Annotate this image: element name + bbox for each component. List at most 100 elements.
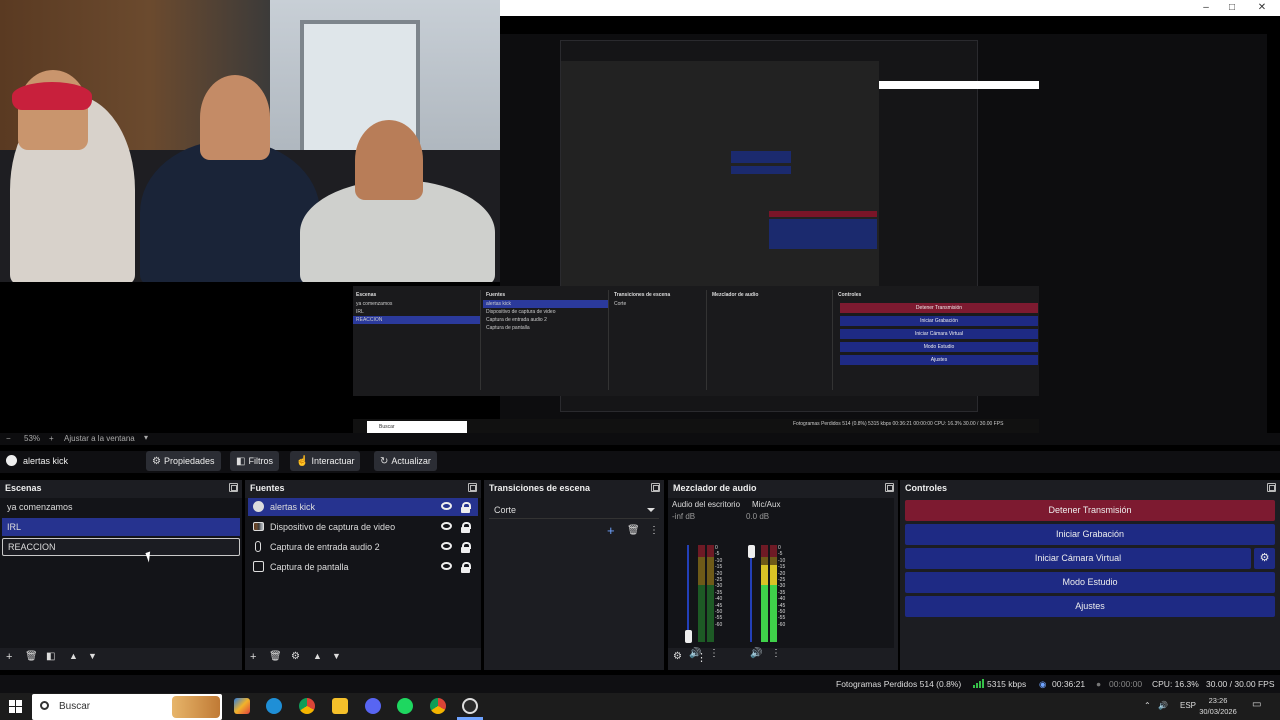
- visibility-eye-icon[interactable]: [441, 562, 452, 570]
- move-down-button[interactable]: ▼: [332, 651, 341, 661]
- level-meter: [698, 545, 705, 642]
- properties-button[interactable]: ⚙ Propiedades: [146, 451, 221, 471]
- visibility-eye-icon[interactable]: [441, 522, 452, 530]
- visibility-eye-icon[interactable]: [441, 502, 452, 510]
- obs-studio-icon[interactable]: [462, 698, 478, 714]
- stop-streaming-button[interactable]: Detener Transmisión: [905, 500, 1275, 521]
- refresh-button[interactable]: ↻ Actualizar: [374, 451, 437, 471]
- discord-icon[interactable]: [365, 698, 381, 714]
- program-preview[interactable]: – □ ✕ Escenas ya comenzamos IRL REACCION: [0, 0, 1280, 433]
- channel-name: Mic/Aux: [752, 500, 781, 509]
- advanced-audio-icon[interactable]: ⚙: [673, 651, 682, 662]
- level-meter: [707, 545, 714, 642]
- transitions-dock: Transiciones de escena Corte + 🗑 ⋮: [484, 480, 664, 670]
- source-item[interactable]: Captura de entrada audio 2: [248, 538, 478, 556]
- add-transition-button[interactable]: +: [607, 523, 615, 538]
- source-toolbar: alertas kick ⚙ Propiedades ◧ Filtros ☝ I…: [0, 451, 1280, 473]
- volume-slider-handle[interactable]: [685, 630, 692, 643]
- transition-select[interactable]: Corte: [489, 501, 659, 519]
- undock-icon[interactable]: [651, 483, 660, 492]
- scene-item[interactable]: REACCION: [2, 538, 240, 556]
- zoom-dropdown-icon[interactable]: ▾: [144, 433, 148, 442]
- windows-start-icon[interactable]: [9, 700, 22, 713]
- volume-icon[interactable]: 🔊: [1158, 701, 1168, 710]
- source-item[interactable]: Dispositivo de captura de video: [248, 518, 478, 536]
- remove-source-button[interactable]: 🗑: [269, 651, 282, 662]
- record-icon: ●: [1096, 679, 1102, 689]
- nested-dock: Escenas ya comenzamos IRL REACCION Fuent…: [353, 286, 1039, 396]
- controls-area: Detener Transmisión Iniciar Grabación In…: [900, 498, 1280, 648]
- dropped-frames: Fotogramas Perdidos 514 (0.8%): [836, 679, 962, 689]
- mixer-footer: ⚙ ⋮: [668, 648, 898, 670]
- volume-slider[interactable]: [687, 545, 689, 642]
- channel-name: Audio del escritorio: [672, 500, 741, 509]
- studio-mode-button[interactable]: Modo Estudio: [905, 572, 1275, 593]
- start-virtual-camera-button[interactable]: Iniciar Cámara Virtual: [905, 548, 1251, 569]
- lock-icon[interactable]: [461, 502, 471, 513]
- browser-icon: [253, 501, 264, 512]
- lock-icon[interactable]: [461, 562, 471, 573]
- volume-slider[interactable]: [750, 545, 752, 642]
- source-properties-button[interactable]: ⚙: [291, 651, 300, 662]
- taskbar-search[interactable]: Buscar: [32, 694, 222, 720]
- scene-filters-button[interactable]: ◧: [46, 651, 55, 662]
- windows-taskbar: Buscar ⌃ 🔊 ESP 23:26 30/03/2026 ▭: [0, 693, 1280, 720]
- visibility-eye-icon[interactable]: [441, 542, 452, 550]
- transition-menu-icon[interactable]: ⋮: [649, 525, 659, 536]
- source-item[interactable]: Captura de pantalla: [248, 558, 478, 576]
- camera-icon: [253, 522, 264, 531]
- sources-list: alertas kick Dispositivo de captura de v…: [245, 498, 481, 648]
- mixer-menu-icon[interactable]: ⋮: [696, 651, 707, 664]
- interact-button[interactable]: ☝ Interactuar: [290, 451, 361, 471]
- webcam-feed: [0, 0, 500, 282]
- undock-icon[interactable]: [468, 483, 477, 492]
- microphone-icon: [255, 541, 261, 552]
- mixer-channels: Audio del escritorio -inf dB 0 -5 -10 -15 -2…: [668, 498, 894, 659]
- undock-icon[interactable]: [885, 483, 894, 492]
- chevron-down-icon: [647, 508, 655, 512]
- spotify-icon[interactable]: [397, 698, 413, 714]
- virtual-camera-settings-gear-icon[interactable]: ⚙: [1254, 548, 1275, 569]
- move-up-button[interactable]: ▲: [69, 651, 78, 661]
- remove-transition-button[interactable]: 🗑: [627, 525, 640, 536]
- move-down-button[interactable]: ▼: [88, 651, 97, 661]
- taskbar-clock[interactable]: 23:26 30/03/2026: [1193, 695, 1243, 717]
- lock-icon[interactable]: [461, 542, 471, 553]
- chrome-icon[interactable]: [299, 698, 315, 714]
- settings-button[interactable]: Ajustes: [905, 596, 1275, 617]
- sources-dock: Fuentes alertas kick Dispositivo de capt…: [245, 480, 481, 670]
- add-scene-button[interactable]: +: [6, 651, 12, 663]
- zoom-in-button[interactable]: +: [49, 434, 54, 443]
- copilot-icon[interactable]: [234, 698, 250, 714]
- search-icon: [40, 701, 49, 710]
- add-source-button[interactable]: +: [250, 651, 256, 663]
- gear-icon: ⚙: [152, 455, 161, 467]
- source-item[interactable]: alertas kick: [248, 498, 478, 516]
- notifications-icon[interactable]: ▭: [1252, 699, 1261, 710]
- channel-db: 0.0 dB: [746, 512, 770, 521]
- filters-button[interactable]: ◧ Filtros: [230, 451, 279, 471]
- fps: 30.00 / 30.00 FPS: [1206, 679, 1275, 689]
- bitrate: 5315 kbps: [987, 679, 1027, 689]
- refresh-icon: ↻: [380, 455, 389, 467]
- tray-chevron-icon[interactable]: ⌃: [1144, 701, 1151, 710]
- scene-item[interactable]: IRL: [2, 518, 240, 536]
- scene-item[interactable]: ya comenzamos: [2, 498, 240, 516]
- record-time: 00:00:00: [1109, 679, 1143, 689]
- transitions-title: Transiciones de escena: [489, 483, 591, 493]
- level-meter: [761, 545, 768, 642]
- move-up-button[interactable]: ▲: [313, 651, 322, 661]
- search-highlight-image: [172, 696, 220, 718]
- lock-icon[interactable]: [461, 522, 471, 533]
- file-explorer-icon[interactable]: [332, 698, 348, 714]
- edge-icon[interactable]: [266, 698, 282, 714]
- controls-title: Controles: [905, 483, 948, 493]
- start-recording-button[interactable]: Iniciar Grabación: [905, 524, 1275, 545]
- volume-slider-handle[interactable]: [748, 545, 755, 558]
- undock-icon[interactable]: [229, 483, 238, 492]
- zoom-out-button[interactable]: −: [6, 434, 11, 443]
- signal-bars-icon: [973, 679, 984, 688]
- remove-scene-button[interactable]: 🗑: [25, 651, 38, 662]
- chrome-profile-icon[interactable]: [430, 698, 446, 714]
- undock-icon[interactable]: [1267, 483, 1276, 492]
